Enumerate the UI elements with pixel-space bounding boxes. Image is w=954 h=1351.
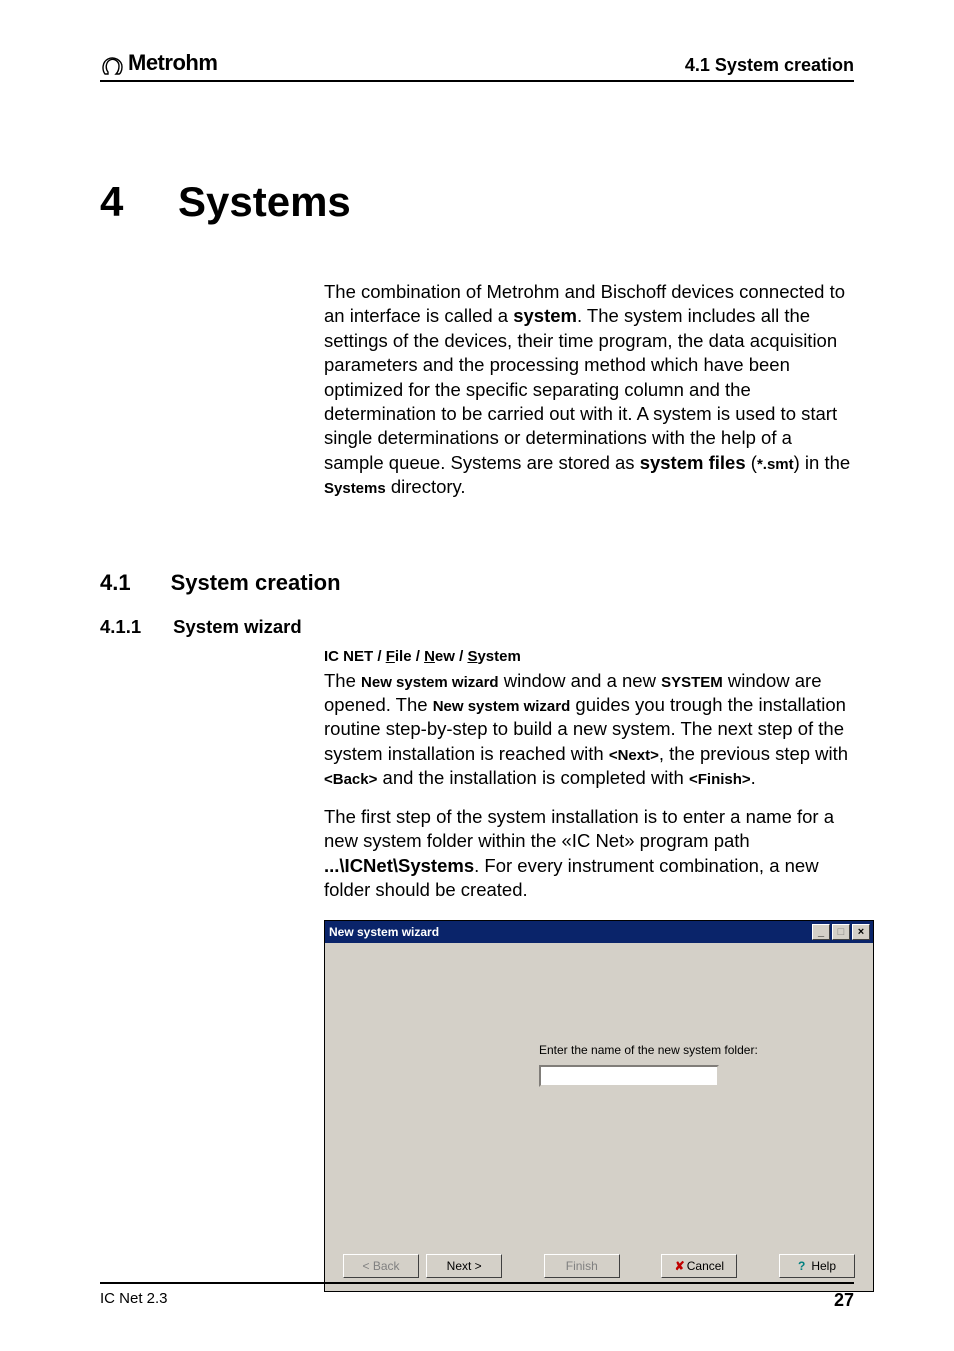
- p1-bold: New system wizard: [433, 698, 571, 715]
- p1-bold: New system wizard: [361, 674, 499, 691]
- header-section-label: 4.1 System creation: [685, 55, 854, 76]
- intro-text: ) in the: [794, 452, 851, 473]
- omega-flask-icon: [100, 56, 124, 76]
- intro-text: (: [746, 452, 757, 473]
- wizard-titlebar[interactable]: New system wizard _ □ ×: [325, 921, 873, 943]
- minimize-button[interactable]: _: [812, 924, 830, 940]
- subsection-heading: 4.1.1 System wizard: [100, 616, 854, 638]
- page-footer: IC Net 2.3 27: [100, 1282, 854, 1311]
- close-button[interactable]: ×: [852, 924, 870, 940]
- menu-path-file: ile: [395, 648, 412, 665]
- section-heading: 4.1 System creation: [100, 570, 854, 596]
- chapter-number: 4: [100, 178, 134, 226]
- menu-path-new: ew: [435, 648, 455, 665]
- cancel-label: Cancel: [687, 1259, 724, 1273]
- p1-text: .: [751, 767, 756, 788]
- menu-path: IC NET / File / New / System: [324, 648, 854, 665]
- intro-text: . The system includes all the settings o…: [324, 305, 837, 472]
- subsection-title: System wizard: [173, 616, 302, 638]
- menu-path-app: IC NET: [324, 648, 373, 665]
- wizard-paragraph-2: The first step of the system installatio…: [324, 805, 854, 903]
- p2-text: The first step of the system installatio…: [324, 806, 834, 851]
- close-icon: ×: [858, 927, 864, 938]
- p1-bold: <Next>: [609, 747, 659, 764]
- p1-bold: SYSTEM: [661, 674, 723, 691]
- p2-bold-path: ...\ICNet\Systems: [324, 855, 474, 876]
- menu-path-system-u: S: [467, 648, 477, 665]
- section-title: System creation: [171, 570, 341, 596]
- menu-path-sep: /: [455, 648, 468, 665]
- cancel-button[interactable]: ✘Cancel: [661, 1254, 737, 1278]
- back-button: < Back: [343, 1254, 419, 1278]
- intro-bold-system: system: [513, 305, 577, 326]
- brand: Metrohm: [100, 50, 217, 76]
- cancel-x-icon: ✘: [675, 1259, 685, 1273]
- finish-button: Finish: [544, 1254, 620, 1278]
- help-label: Help: [811, 1259, 836, 1273]
- wizard-body: Enter the name of the new system folder:: [325, 943, 873, 1247]
- section-number: 4.1: [100, 570, 131, 596]
- help-question-icon: ?: [798, 1259, 805, 1273]
- minimize-icon: _: [818, 927, 824, 938]
- brand-name: Metrohm: [128, 50, 217, 76]
- menu-path-file-u: F: [386, 648, 395, 665]
- intro-paragraph: The combination of Metrohm and Bischoff …: [324, 280, 854, 500]
- p1-text: window and a new: [499, 670, 662, 691]
- menu-path-sep: /: [412, 648, 425, 665]
- chapter-heading: 4 Systems: [100, 178, 854, 226]
- menu-path-new-u: N: [424, 648, 435, 665]
- menu-path-sep: /: [373, 648, 386, 665]
- p1-text: The: [324, 670, 361, 691]
- next-button[interactable]: Next >: [426, 1254, 502, 1278]
- new-system-wizard-window: New system wizard _ □ × Enter the name o…: [324, 920, 874, 1292]
- wizard-paragraph-1: The New system wizard window and a new S…: [324, 669, 854, 791]
- intro-bold-ext: *.smt: [757, 456, 794, 473]
- menu-path-system: ystem: [477, 648, 520, 665]
- folder-name-input[interactable]: [539, 1065, 719, 1087]
- subsection-number: 4.1.1: [100, 616, 141, 638]
- intro-bold-systemfiles: system files: [640, 452, 746, 473]
- intro-text: directory.: [386, 476, 466, 497]
- maximize-icon: □: [838, 927, 845, 938]
- help-button[interactable]: ? Help: [779, 1254, 855, 1278]
- p1-text: and the installation is completed with: [377, 767, 689, 788]
- footer-product: IC Net 2.3: [100, 1290, 168, 1311]
- p1-bold: <Finish>: [689, 771, 751, 788]
- folder-name-label: Enter the name of the new system folder:: [539, 1043, 758, 1057]
- page-number: 27: [834, 1290, 854, 1311]
- chapter-title: Systems: [178, 178, 351, 226]
- p1-text: , the previous step with: [659, 743, 848, 764]
- maximize-button: □: [832, 924, 850, 940]
- page-header: Metrohm 4.1 System creation: [100, 50, 854, 82]
- intro-bold-dir: Systems: [324, 480, 386, 497]
- wizard-title: New system wizard: [329, 925, 439, 939]
- p1-bold: <Back>: [324, 771, 377, 788]
